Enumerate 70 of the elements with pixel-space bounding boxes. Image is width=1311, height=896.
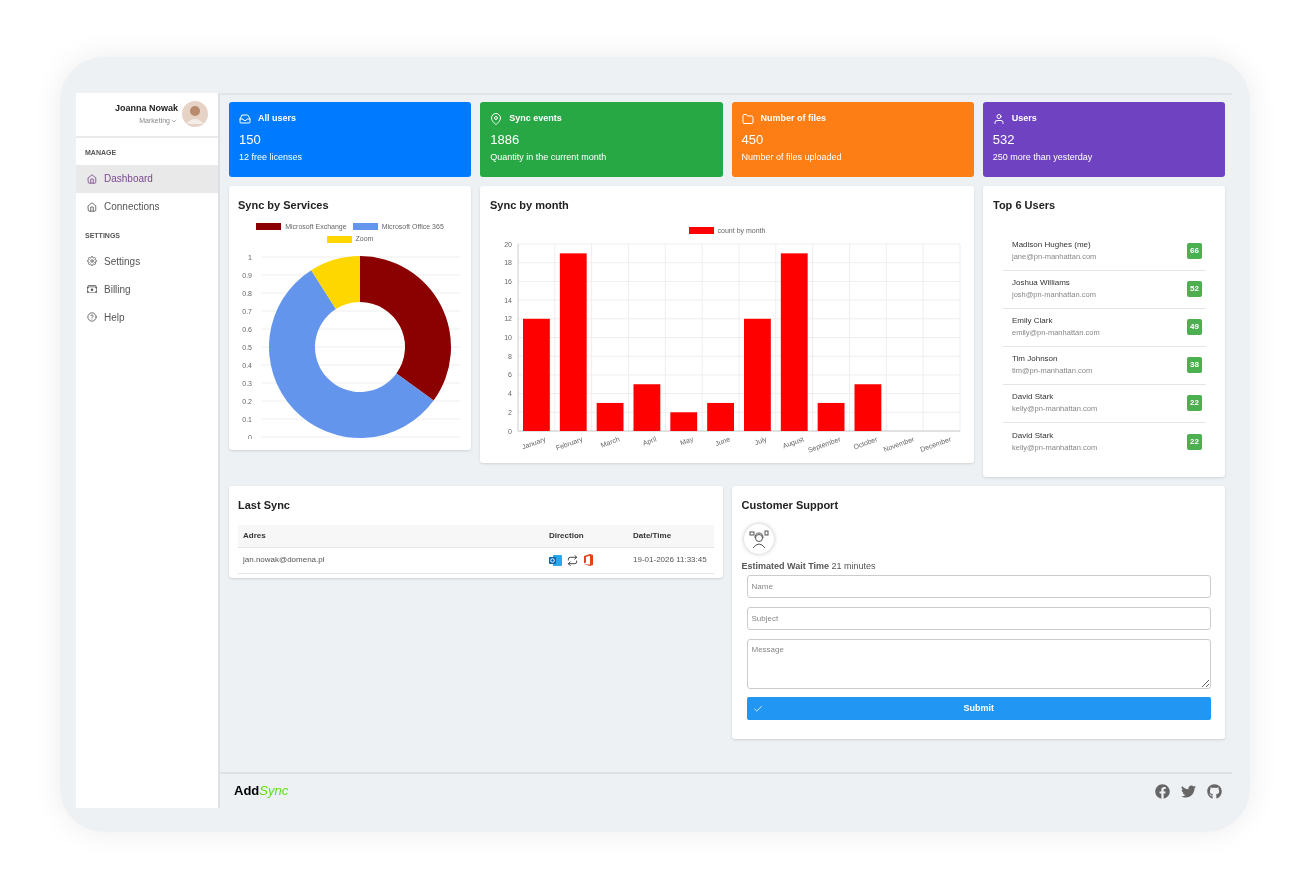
sidebar-item[interactable]: Dashboard — [76, 164, 218, 193]
sidebar-item[interactable]: Billing — [76, 275, 218, 303]
user-icon — [992, 112, 1005, 125]
column-header: Date/Time — [633, 529, 673, 542]
subject-field[interactable]: Subject — [746, 607, 1211, 630]
stat-title: Users — [1011, 112, 1037, 125]
gear-icon — [87, 256, 97, 266]
bar — [707, 402, 734, 431]
swap-arrows-icon — [567, 554, 578, 566]
user-name: Madison Hughes (me) — [1012, 239, 1092, 252]
logo-text: Sync — [259, 782, 289, 801]
bar — [854, 384, 882, 431]
home-icon — [87, 173, 97, 184]
stat-value: 532 — [992, 130, 1016, 149]
message-field[interactable]: Message — [746, 639, 1211, 689]
logo-text: Add — [234, 782, 260, 801]
card-title: Last Sync — [238, 498, 291, 513]
sidebar-item[interactable]: Help — [76, 303, 218, 331]
stat-title: All users — [258, 112, 297, 125]
stat-value: 450 — [741, 130, 765, 149]
avatar — [182, 101, 208, 127]
name-field[interactable]: Name — [746, 575, 1211, 598]
facebook-icon[interactable] — [1155, 783, 1170, 799]
stat-subtitle: 12 free licenses — [239, 151, 304, 164]
check-icon — [752, 703, 763, 714]
user-name: David Stark — [1012, 429, 1055, 442]
bar — [596, 402, 624, 431]
stat-title: Number of files — [760, 112, 826, 125]
stat-value: 150 — [239, 130, 262, 149]
support-agent-avatar — [743, 523, 774, 554]
card-title: Top 6 Users — [993, 198, 1057, 213]
folder-icon — [741, 112, 754, 125]
stat-value: 1886 — [490, 130, 521, 149]
user-name: David Stark — [1012, 391, 1055, 404]
column-header: Direction — [549, 529, 585, 542]
stat-title: Sync events — [509, 112, 562, 125]
count-badge: 52 — [1187, 281, 1202, 297]
card-title: Sync by Services — [238, 198, 330, 213]
bar — [670, 412, 698, 431]
office-app-icon — [583, 554, 593, 566]
user-name: Tim Johnson — [1012, 353, 1059, 366]
card-title: Sync by month — [490, 198, 570, 213]
stat-subtitle: Number of files uploaded — [741, 151, 843, 164]
github-icon[interactable] — [1207, 783, 1222, 799]
column-header: Adres — [243, 529, 267, 542]
count-badge: 66 — [1187, 243, 1202, 259]
inbox-icon — [239, 112, 251, 125]
user-name: Joshua Williams — [1012, 277, 1071, 290]
bar — [633, 384, 661, 431]
count-badge: 22 — [1187, 433, 1202, 450]
mail-app-icon — [549, 554, 562, 566]
banknote-icon — [87, 284, 97, 294]
table-cell-text: jan.nowak@domena.pl — [243, 554, 326, 566]
sidebar-item[interactable]: Settings — [76, 247, 218, 275]
sidebar-item[interactable]: Connections — [76, 192, 218, 221]
count-badge: 38 — [1187, 357, 1202, 373]
twitter-icon[interactable] — [1181, 783, 1196, 799]
bar — [817, 402, 845, 431]
table-cell-text: 19-01-2026 11:33:45 — [633, 554, 708, 566]
stat-subtitle: Quantity in the current month — [490, 151, 608, 164]
home-icon — [87, 201, 97, 212]
count-badge: 22 — [1187, 395, 1202, 411]
stat-subtitle: 250 more than yesterday — [992, 151, 1094, 164]
card-title: Customer Support — [741, 498, 840, 513]
map-pin-icon — [490, 112, 503, 125]
help-icon — [87, 312, 97, 322]
user-name: Joanna Nowak — [114, 102, 178, 115]
wait-time-text: Estimated Wait Time 21 minutes — [741, 559, 877, 573]
count-badge: 49 — [1187, 319, 1202, 335]
user-name: Emily Clark — [1012, 315, 1054, 328]
